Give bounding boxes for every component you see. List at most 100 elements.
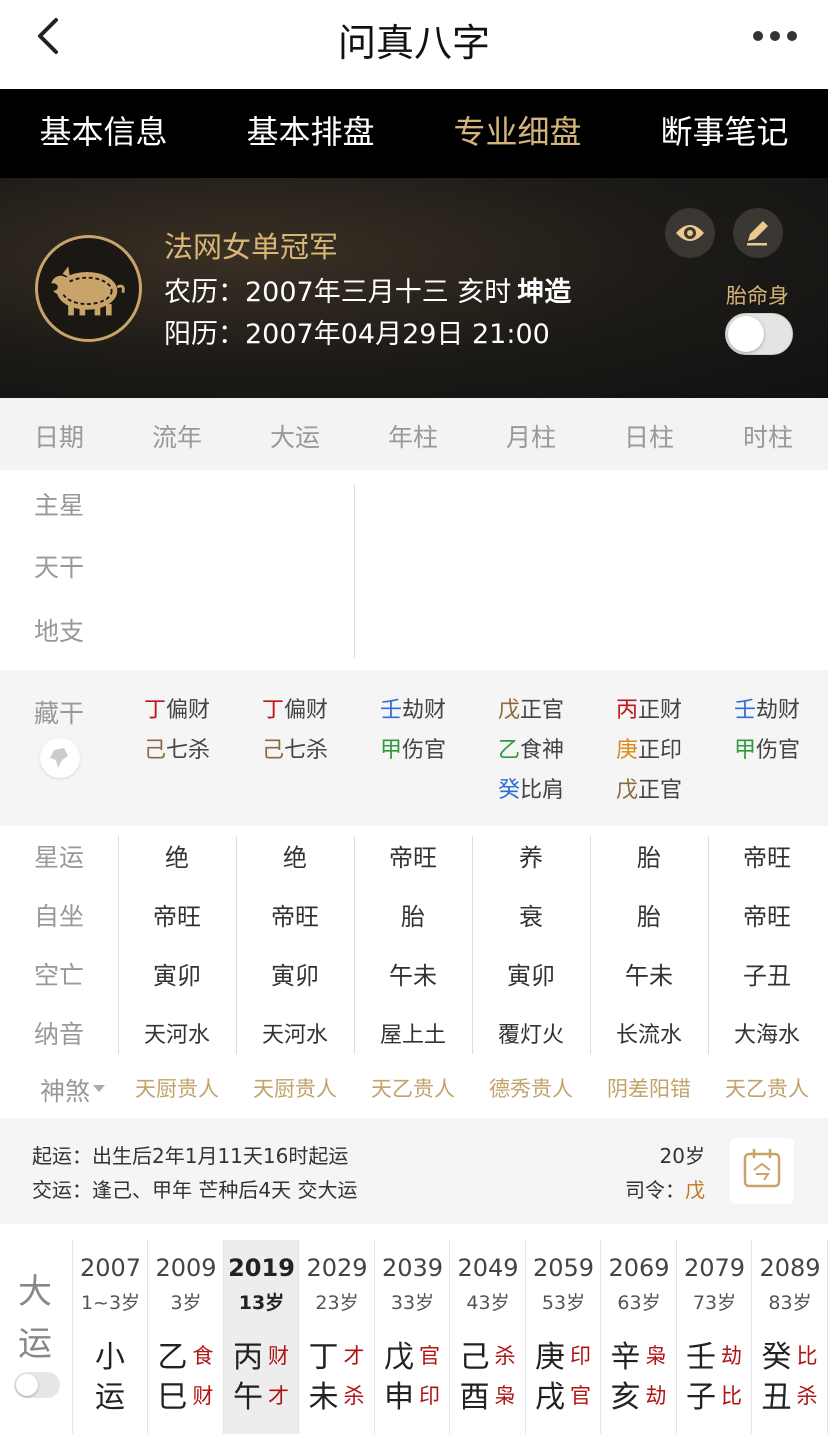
detail-value: 帝旺 [153, 903, 201, 931]
dayun-cell[interactable]: 2089 83岁 癸 比 丑 杀 [753, 1240, 828, 1434]
dayun-label-top: 大 [18, 1272, 52, 1312]
col-header-year-pillar: 年柱 [387, 423, 438, 452]
detail-value: 胎 [401, 903, 425, 931]
hidden-stem-char: 戊 [615, 778, 638, 803]
eye-icon [676, 225, 704, 241]
dayun-stem-god: 才 [343, 1344, 365, 1368]
eye-button[interactable] [665, 208, 715, 258]
shensha-value[interactable]: 阴差阳错 [590, 1073, 708, 1103]
hidden-stem-god: 劫财 [402, 698, 447, 723]
dayun-branch: 未 [308, 1380, 339, 1415]
chevron-down-icon[interactable] [92, 1084, 106, 1094]
tai-ming-shen-toggle[interactable] [725, 313, 793, 355]
tab-notes[interactable]: 断事笔记 [621, 89, 828, 178]
dayun-year: 2007 [79, 1254, 142, 1282]
detail-value: 帝旺 [743, 844, 791, 872]
hidden-stem-char: 己 [261, 738, 284, 763]
hidden-stem-char: 庚 [615, 738, 638, 763]
tab-professional-chart[interactable]: 专业细盘 [414, 89, 621, 178]
dayun-age: 63岁 [617, 1292, 661, 1314]
dayun-branch-god: 劫 [645, 1384, 667, 1408]
detail-value: 胎 [637, 844, 661, 872]
dayun-branch-god: 才 [268, 1384, 289, 1408]
dayun-cell[interactable]: 2059 53岁 庚 印 戌 官 [526, 1240, 601, 1434]
pig-icon [48, 266, 125, 316]
dayun-stem-god: 印 [570, 1344, 591, 1368]
detail-value: 午未 [625, 962, 673, 990]
gender-label: 坤造 [517, 277, 572, 308]
profile-card: 法网女单冠军 农历：2007年三月十三 亥时 坤造 阳历：2007年04月29日 … [0, 178, 828, 398]
hidden-stem: 癸比肩 [472, 772, 590, 804]
tab-basic-chart[interactable]: 基本排盘 [207, 89, 414, 178]
row-label-shensha[interactable]: 神煞 [0, 1072, 90, 1108]
shensha-value[interactable]: 天厨贵人 [118, 1073, 236, 1103]
hidden-stem-god: 正官 [638, 778, 683, 803]
hidden-stem: 己七杀 [236, 732, 354, 764]
hidden-stem: 乙食神 [472, 732, 590, 764]
detail-value: 寅卯 [271, 962, 319, 990]
hidden-stem: 丙正财 [590, 692, 708, 724]
detail-value: 长流水 [615, 1023, 682, 1048]
pin-button[interactable] [40, 738, 80, 778]
detail-value: 覆灯火 [497, 1023, 564, 1048]
tab-basic-info[interactable]: 基本信息 [0, 89, 207, 178]
start-luck-value: 出生后2年1月11天16时起运 [92, 1144, 349, 1168]
shensha-value[interactable]: 天厨贵人 [236, 1073, 354, 1103]
dayun-age: 23岁 [315, 1292, 359, 1314]
hidden-stem-god: 正财 [638, 698, 683, 723]
shensha-value[interactable]: 天乙贵人 [708, 1073, 826, 1103]
dayun-cell[interactable]: 2069 63岁 辛 枭 亥 劫 [602, 1240, 677, 1434]
detail-value: 绝 [165, 844, 189, 872]
dayun-cell[interactable]: 2019 13岁 丙 财 午 才 [224, 1240, 299, 1434]
hidden-stem-char: 癸 [497, 778, 520, 803]
dayun-branch-god: 印 [419, 1384, 440, 1408]
col-header-date: 日期 [33, 423, 84, 452]
dayun-age: 3岁 [170, 1292, 202, 1314]
hidden-stem: 丁偏财 [118, 692, 236, 724]
dayun-cell[interactable]: 2049 43岁 己 杀 酉 枭 [451, 1240, 526, 1434]
detail-value: 寅卯 [153, 962, 201, 990]
shensha-value[interactable]: 德秀贵人 [472, 1073, 590, 1103]
hidden-stem: 壬劫财 [708, 692, 826, 724]
switch-luck-value: 逢己、甲年 芒种后4天 交大运 [92, 1178, 358, 1202]
dayun-branch-god: 财 [192, 1384, 214, 1408]
dayun-branch: 亥 [610, 1380, 641, 1415]
more-options-icon[interactable] [752, 26, 798, 46]
hidden-stem-god: 七杀 [284, 738, 329, 763]
detail-value: 屋上土 [379, 1023, 446, 1048]
detail-value: 养 [519, 844, 543, 872]
dayun-branch: 丑 [761, 1380, 792, 1415]
hidden-stem: 戊正官 [472, 692, 590, 724]
dayun-year: 2039 [381, 1254, 444, 1282]
dayun-cell[interactable]: 2079 73岁 壬 劫 子 比 [677, 1240, 752, 1434]
dayun-branch-god: 比 [721, 1384, 742, 1408]
siling-label: 司令： [625, 1178, 685, 1202]
dayun-age: 13岁 [238, 1292, 285, 1314]
edit-button[interactable] [733, 208, 783, 258]
dayun-branch: 戌 [535, 1380, 565, 1415]
detail-value: 午未 [389, 962, 437, 990]
hidden-stem: 甲伤官 [354, 732, 472, 764]
col-header-dayun: 大运 [269, 423, 320, 452]
dayun-age: 43岁 [466, 1292, 510, 1314]
detail-value: 寅卯 [507, 962, 555, 990]
dayun-toggle[interactable] [14, 1372, 60, 1398]
dayun-stem-god: 枭 [645, 1344, 667, 1368]
dayun-cell[interactable]: 2007 1~3岁 小 运 [73, 1240, 148, 1434]
dayun-cell[interactable]: 2009 3岁 乙 食 巳 财 [149, 1240, 224, 1434]
lunar-date: 农历：2007年三月十三 亥时 坤造 [164, 270, 571, 309]
dayun-branch: 酉 [459, 1380, 490, 1415]
dayun-label-bottom: 运 [18, 1324, 52, 1364]
dayun-stem: 己 [459, 1340, 490, 1375]
siling: 司令：戊 [600, 1174, 705, 1203]
dayun-stem-god: 劫 [721, 1344, 742, 1368]
hidden-stem: 丁偏财 [236, 692, 354, 724]
hidden-stem-char: 己 [143, 738, 166, 763]
detail-value: 帝旺 [743, 903, 791, 931]
dayun-year: 2069 [608, 1254, 670, 1282]
dayun-cell[interactable]: 2039 33岁 戊 官 申 印 [375, 1240, 450, 1434]
calendar-button[interactable] [730, 1138, 794, 1204]
zodiac-pig-avatar [35, 235, 142, 342]
shensha-value[interactable]: 天乙贵人 [354, 1073, 472, 1103]
dayun-cell[interactable]: 2029 23岁 丁 才 未 杀 [300, 1240, 375, 1434]
